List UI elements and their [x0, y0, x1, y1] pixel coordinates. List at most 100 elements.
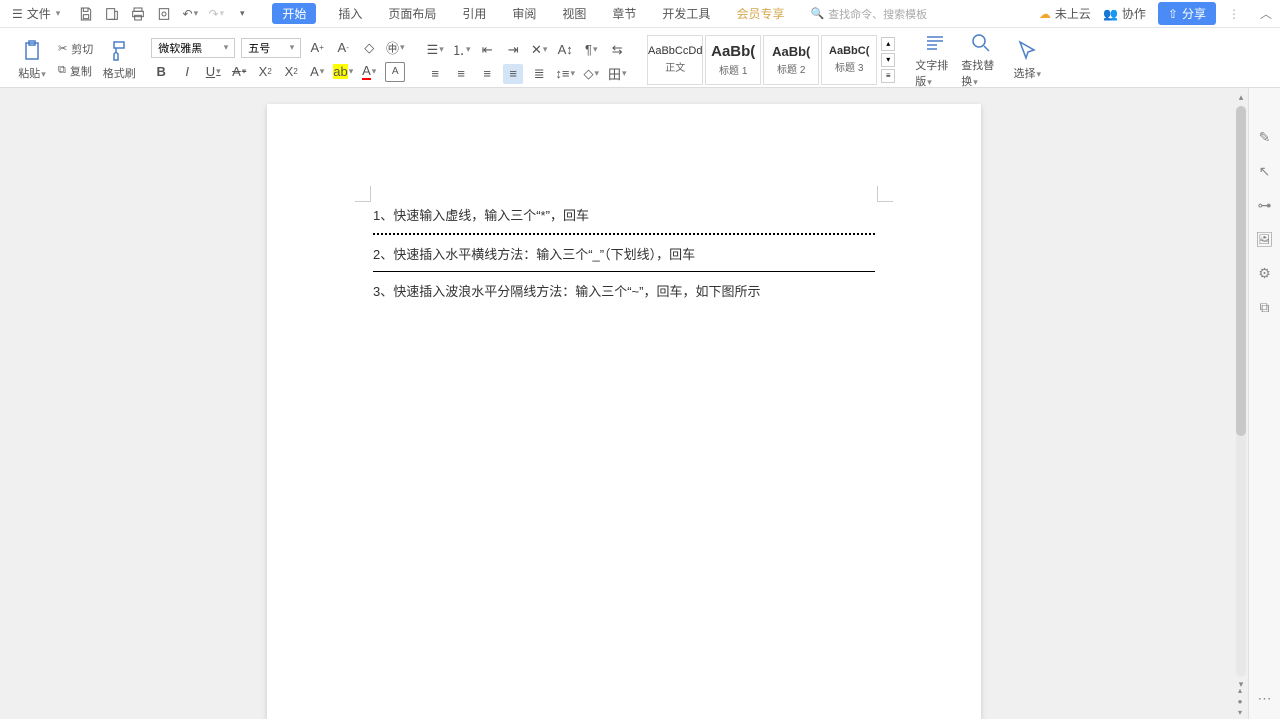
share-button[interactable]: ⇧ 分享 — [1158, 2, 1216, 25]
align-justify-button[interactable]: ≡ — [503, 64, 523, 84]
style-normal[interactable]: AaBbCcDd 正文 — [647, 35, 703, 85]
shrink-font-button[interactable]: A- — [333, 38, 353, 58]
tab-section[interactable]: 章节 — [608, 3, 640, 24]
style-label: 标题 2 — [777, 61, 805, 76]
align-left-button[interactable]: ≡ — [425, 64, 445, 84]
style-scroll-down[interactable]: ▾ — [881, 53, 895, 67]
document-area[interactable]: 1、快速输入虚线，输入三个“*”，回车 2、快速插入水平横线方法：输入三个“_”… — [0, 88, 1248, 719]
undo-icon[interactable]: ↶▾ — [182, 6, 198, 22]
browse-object-icon[interactable]: ● — [1238, 697, 1243, 706]
find-replace-button[interactable]: 查找替换▾ — [961, 31, 1001, 89]
increase-indent-button[interactable]: ⇥ — [503, 40, 523, 60]
number-list-button[interactable]: ⒈▾ — [451, 40, 471, 60]
style-heading3[interactable]: AaBbC( 标题 3 — [821, 35, 877, 85]
copy-button[interactable]: ⧉复制 — [56, 62, 95, 80]
tab-references[interactable]: 引用 — [458, 3, 490, 24]
font-format-row: B I U▾ A▾ X2 X2 A▾ ab▾ A▾ A — [151, 62, 405, 82]
font-col: 微软雅黑▾ 五号▾ A+ A- ◇ ㊥▾ B I U▾ A▾ X2 X2 A▾ … — [151, 38, 405, 82]
select-button[interactable]: 选择▾ — [1007, 39, 1047, 81]
subscript-button[interactable]: X2 — [281, 62, 301, 82]
style-scroll-up[interactable]: ▴ — [881, 37, 895, 51]
tab-home[interactable]: 开始 — [272, 3, 316, 24]
line-spacing-button[interactable]: ↕≡▾ — [555, 64, 575, 84]
export-pdf-icon[interactable] — [104, 6, 120, 22]
styles-group: AaBbCcDd 正文 AaBb( 标题 1 AaBb( 标题 2 AaBbC(… — [641, 32, 901, 87]
copy-label: 复制 — [70, 63, 92, 79]
settings-icon[interactable]: ⊶ — [1256, 196, 1274, 214]
font-group: 微软雅黑▾ 五号▾ A+ A- ◇ ㊥▾ B I U▾ A▾ X2 X2 A▾ … — [145, 32, 411, 87]
underline-button[interactable]: U▾ — [203, 62, 223, 82]
menu-left: ☰ 文件 ▾ ↶▾ ↷▾ ▾ 开始 插入 页面布局 引用 审阅 视图 章节 开发… — [8, 3, 927, 24]
next-page-icon[interactable]: ▾ — [1238, 708, 1242, 717]
gear-icon[interactable]: ⚙ — [1256, 264, 1274, 282]
print-icon[interactable] — [130, 6, 146, 22]
redo-icon[interactable]: ↷▾ — [208, 6, 224, 22]
scroll-up-arrow[interactable]: ▴ — [1234, 92, 1248, 104]
vertical-scrollbar[interactable]: ▴ ▾ — [1234, 92, 1248, 691]
cloud-sync-button[interactable]: ☁ 未上云 — [1039, 5, 1091, 22]
style-label: 标题 1 — [719, 62, 747, 77]
shading-button[interactable]: ◇▾ — [581, 64, 601, 84]
pen-icon[interactable]: ✎ — [1256, 128, 1274, 146]
scroll-thumb[interactable] — [1236, 106, 1246, 436]
font-color-button[interactable]: A▾ — [359, 62, 379, 82]
collab-button[interactable]: 👥 协作 — [1103, 5, 1146, 22]
right-side-panel: ✎ ↖ ⊶ 🖼 ⚙ ⧉ ⋯ — [1248, 88, 1280, 719]
highlight-button[interactable]: ab▾ — [333, 62, 353, 82]
strikethrough-button[interactable]: A▾ — [229, 62, 249, 82]
print-preview-icon[interactable] — [156, 6, 172, 22]
paragraph-2[interactable]: 2、快速插入水平横线方法：输入三个“_”（下划线），回车 — [373, 243, 875, 268]
superscript-button[interactable]: X2 — [255, 62, 275, 82]
tab-view[interactable]: 视图 — [558, 3, 590, 24]
tab-developer[interactable]: 开发工具 — [658, 3, 714, 24]
font-name-select[interactable]: 微软雅黑▾ — [151, 38, 235, 58]
save-icon[interactable] — [78, 6, 94, 22]
cursor-icon[interactable]: ↖ — [1256, 162, 1274, 180]
decrease-indent-button[interactable]: ⇤ — [477, 40, 497, 60]
sort-button[interactable]: ✕▾ — [529, 40, 549, 60]
collapse-ribbon-icon[interactable]: ︿ — [1260, 5, 1272, 22]
tab-page-layout[interactable]: 页面布局 — [384, 3, 440, 24]
paragraph-3[interactable]: 3、快速插入波浪水平分隔线方法：输入三个“~”，回车，如下图所示 — [373, 280, 875, 305]
bold-button[interactable]: B — [151, 62, 171, 82]
bullet-list-button[interactable]: ☰▾ — [425, 40, 445, 60]
align-right-button[interactable]: ≡ — [477, 64, 497, 84]
style-heading2[interactable]: AaBb( 标题 2 — [763, 35, 819, 85]
qat-more-icon[interactable]: ▾ — [234, 6, 250, 22]
style-more[interactable]: ≡ — [881, 69, 895, 83]
align-distribute-button[interactable]: ≣ — [529, 64, 549, 84]
image-icon[interactable]: 🖼 — [1256, 230, 1274, 248]
margin-corner-tr — [877, 186, 893, 202]
more-icon[interactable]: ⋮ — [1228, 7, 1240, 21]
font-size-select[interactable]: 五号▾ — [241, 38, 301, 58]
tab-review[interactable]: 审阅 — [508, 3, 540, 24]
paragraph-mark-button[interactable]: ¶▾ — [581, 40, 601, 60]
find-replace-label: 查找替换▾ — [961, 57, 1001, 89]
text-direction-button[interactable]: A↕ — [555, 40, 575, 60]
page-icon[interactable]: ⧉ — [1256, 298, 1274, 316]
paragraph-1[interactable]: 1、快速输入虚线，输入三个“*”，回车 — [373, 204, 875, 229]
italic-button[interactable]: I — [177, 62, 197, 82]
grow-font-button[interactable]: A+ — [307, 38, 327, 58]
cut-button[interactable]: ✂剪切 — [56, 40, 95, 58]
char-border-button[interactable]: A — [385, 62, 405, 82]
tab-member[interactable]: 会员专享 — [732, 3, 788, 24]
prev-page-icon[interactable]: ▴ — [1238, 686, 1242, 695]
paste-button[interactable]: 粘贴▾ — [12, 39, 52, 81]
more-tools-icon[interactable]: ⋯ — [1256, 689, 1274, 707]
file-menu-button[interactable]: ☰ 文件 ▾ — [8, 3, 64, 24]
text-layout-button[interactable]: 文字排版▾ — [915, 31, 955, 89]
tab-button[interactable]: ⇆ — [607, 40, 627, 60]
borders-button[interactable]: 田▾ — [607, 64, 627, 84]
phonetic-guide-button[interactable]: ㊥▾ — [385, 38, 405, 58]
cut-icon: ✂ — [58, 42, 67, 55]
clear-format-button[interactable]: ◇ — [359, 38, 379, 58]
style-heading1[interactable]: AaBb( 标题 1 — [705, 35, 761, 85]
format-painter-button[interactable]: 格式刷 — [99, 39, 139, 81]
align-center-button[interactable]: ≡ — [451, 64, 471, 84]
page[interactable]: 1、快速输入虚线，输入三个“*”，回车 2、快速插入水平横线方法：输入三个“_”… — [267, 104, 981, 719]
document-content[interactable]: 1、快速输入虚线，输入三个“*”，回车 2、快速插入水平横线方法：输入三个“_”… — [373, 204, 875, 305]
search-box[interactable]: 🔍 查找命令、搜索模板 — [810, 6, 927, 22]
tab-insert[interactable]: 插入 — [334, 3, 366, 24]
text-effects-button[interactable]: A▾ — [307, 62, 327, 82]
